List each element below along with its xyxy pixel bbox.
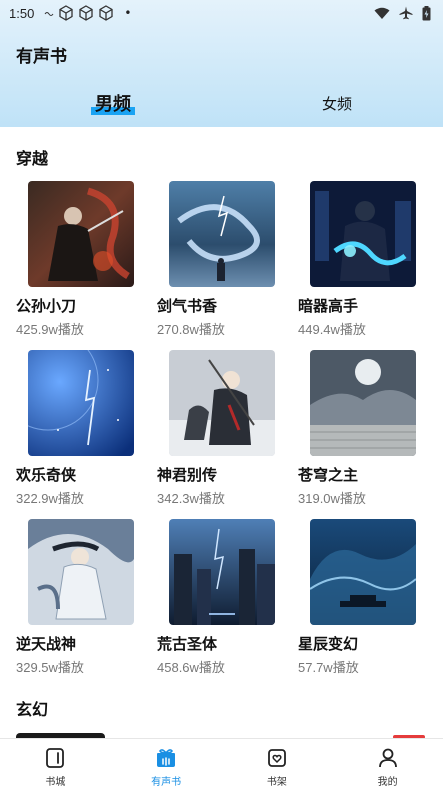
book-title: 苍穹之主 [298,466,359,484]
page-title: 有声书 [16,47,67,67]
nav-label: 书架 [266,777,287,788]
book-card[interactable]: 剑气书香 270.8w播放 [157,181,279,341]
tab-male[interactable]: 男频 [60,86,166,120]
book-play-count: 342.3w播放 [157,491,225,506]
tab-female-label: 女频 [321,94,352,113]
status-time: 1:50 [9,5,35,21]
book-title: 欢乐奇侠 [16,466,77,484]
gender-tabs: 男频 女频 [0,86,443,122]
book-play-count: 449.4w播放 [298,322,366,337]
book-title: 神君别传 [157,466,218,484]
nav-audiobook[interactable]: 有声书 [111,739,222,788]
book-card[interactable]: 荒古圣体 458.6w播放 [157,519,279,679]
nav-label: 有声书 [151,777,182,788]
book-cover [169,181,275,287]
person-icon [378,748,397,768]
book-play-count: 319.0w播放 [298,491,366,506]
book-cover [310,519,416,625]
book-title: 星辰变幻 [298,635,359,653]
nav-book-city[interactable]: 书城 [0,739,111,788]
book-card[interactable]: 逆天战神 329.5w播放 [16,519,138,679]
book-card[interactable]: 公孙小刀 425.9w播放 [16,181,138,341]
tab-female[interactable]: 女频 [284,86,390,120]
book-title: 逆天战神 [16,635,77,653]
header: 1:50 • 有声书 男频 女频 [0,0,443,127]
book-title: 暗器高手 [298,297,359,315]
book-cover [310,350,416,456]
book-play-count: 458.6w播放 [157,660,225,675]
cube-icon [59,5,73,21]
signal-wave-icon [44,12,54,16]
bookshelf-heart-icon [267,749,286,767]
book-cover [169,519,275,625]
book-title: 剑气书香 [157,297,218,315]
bottom-nav: 书城 有声书 书架 我的 [0,738,443,788]
nav-label: 书城 [45,777,66,788]
book-card[interactable]: 神君别传 342.3w播放 [157,350,279,510]
airplane-icon [399,6,413,20]
nav-bookshelf[interactable]: 书架 [222,739,333,788]
book-title: 荒古圣体 [157,635,218,653]
book-cover [28,350,134,456]
book-title: 公孙小刀 [16,297,77,315]
book-card[interactable]: 欢乐奇侠 322.9w播放 [16,350,138,510]
book-cover [28,181,134,287]
tab-male-label: 男频 [95,94,131,115]
book-cover [28,519,134,625]
status-left-icons: • [44,5,131,21]
section-title-time-travel: 穿越 [16,149,49,168]
wifi-icon [374,7,390,19]
cube-icon [99,5,113,21]
main-content[interactable]: 穿越 公孙小刀 425.9w播放 剑气书香 270.8w播放 暗器高手 449.… [0,127,443,738]
book-play-count: 425.9w播放 [16,322,84,337]
battery-icon [422,5,431,20]
book-play-count: 270.8w播放 [157,322,225,337]
section-title-fantasy: 玄幻 [16,700,49,719]
book-cover [169,350,275,456]
nav-label: 我的 [377,777,398,788]
book-card[interactable]: 暗器高手 449.4w播放 [298,181,420,341]
gift-audio-icon [157,749,176,767]
status-bar: 1:50 • [0,0,443,26]
book-play-count: 57.7w播放 [298,660,359,675]
book-cover [310,181,416,287]
status-right-icons [374,5,431,21]
book-city-icon [46,748,65,768]
notification-dot: • [124,6,132,20]
book-card[interactable]: 星辰变幻 57.7w播放 [298,519,420,679]
cube-icon [79,5,93,21]
book-play-count: 329.5w播放 [16,660,84,675]
book-card[interactable]: 苍穹之主 319.0w播放 [298,350,420,510]
nav-profile[interactable]: 我的 [332,739,443,788]
book-play-count: 322.9w播放 [16,491,84,506]
